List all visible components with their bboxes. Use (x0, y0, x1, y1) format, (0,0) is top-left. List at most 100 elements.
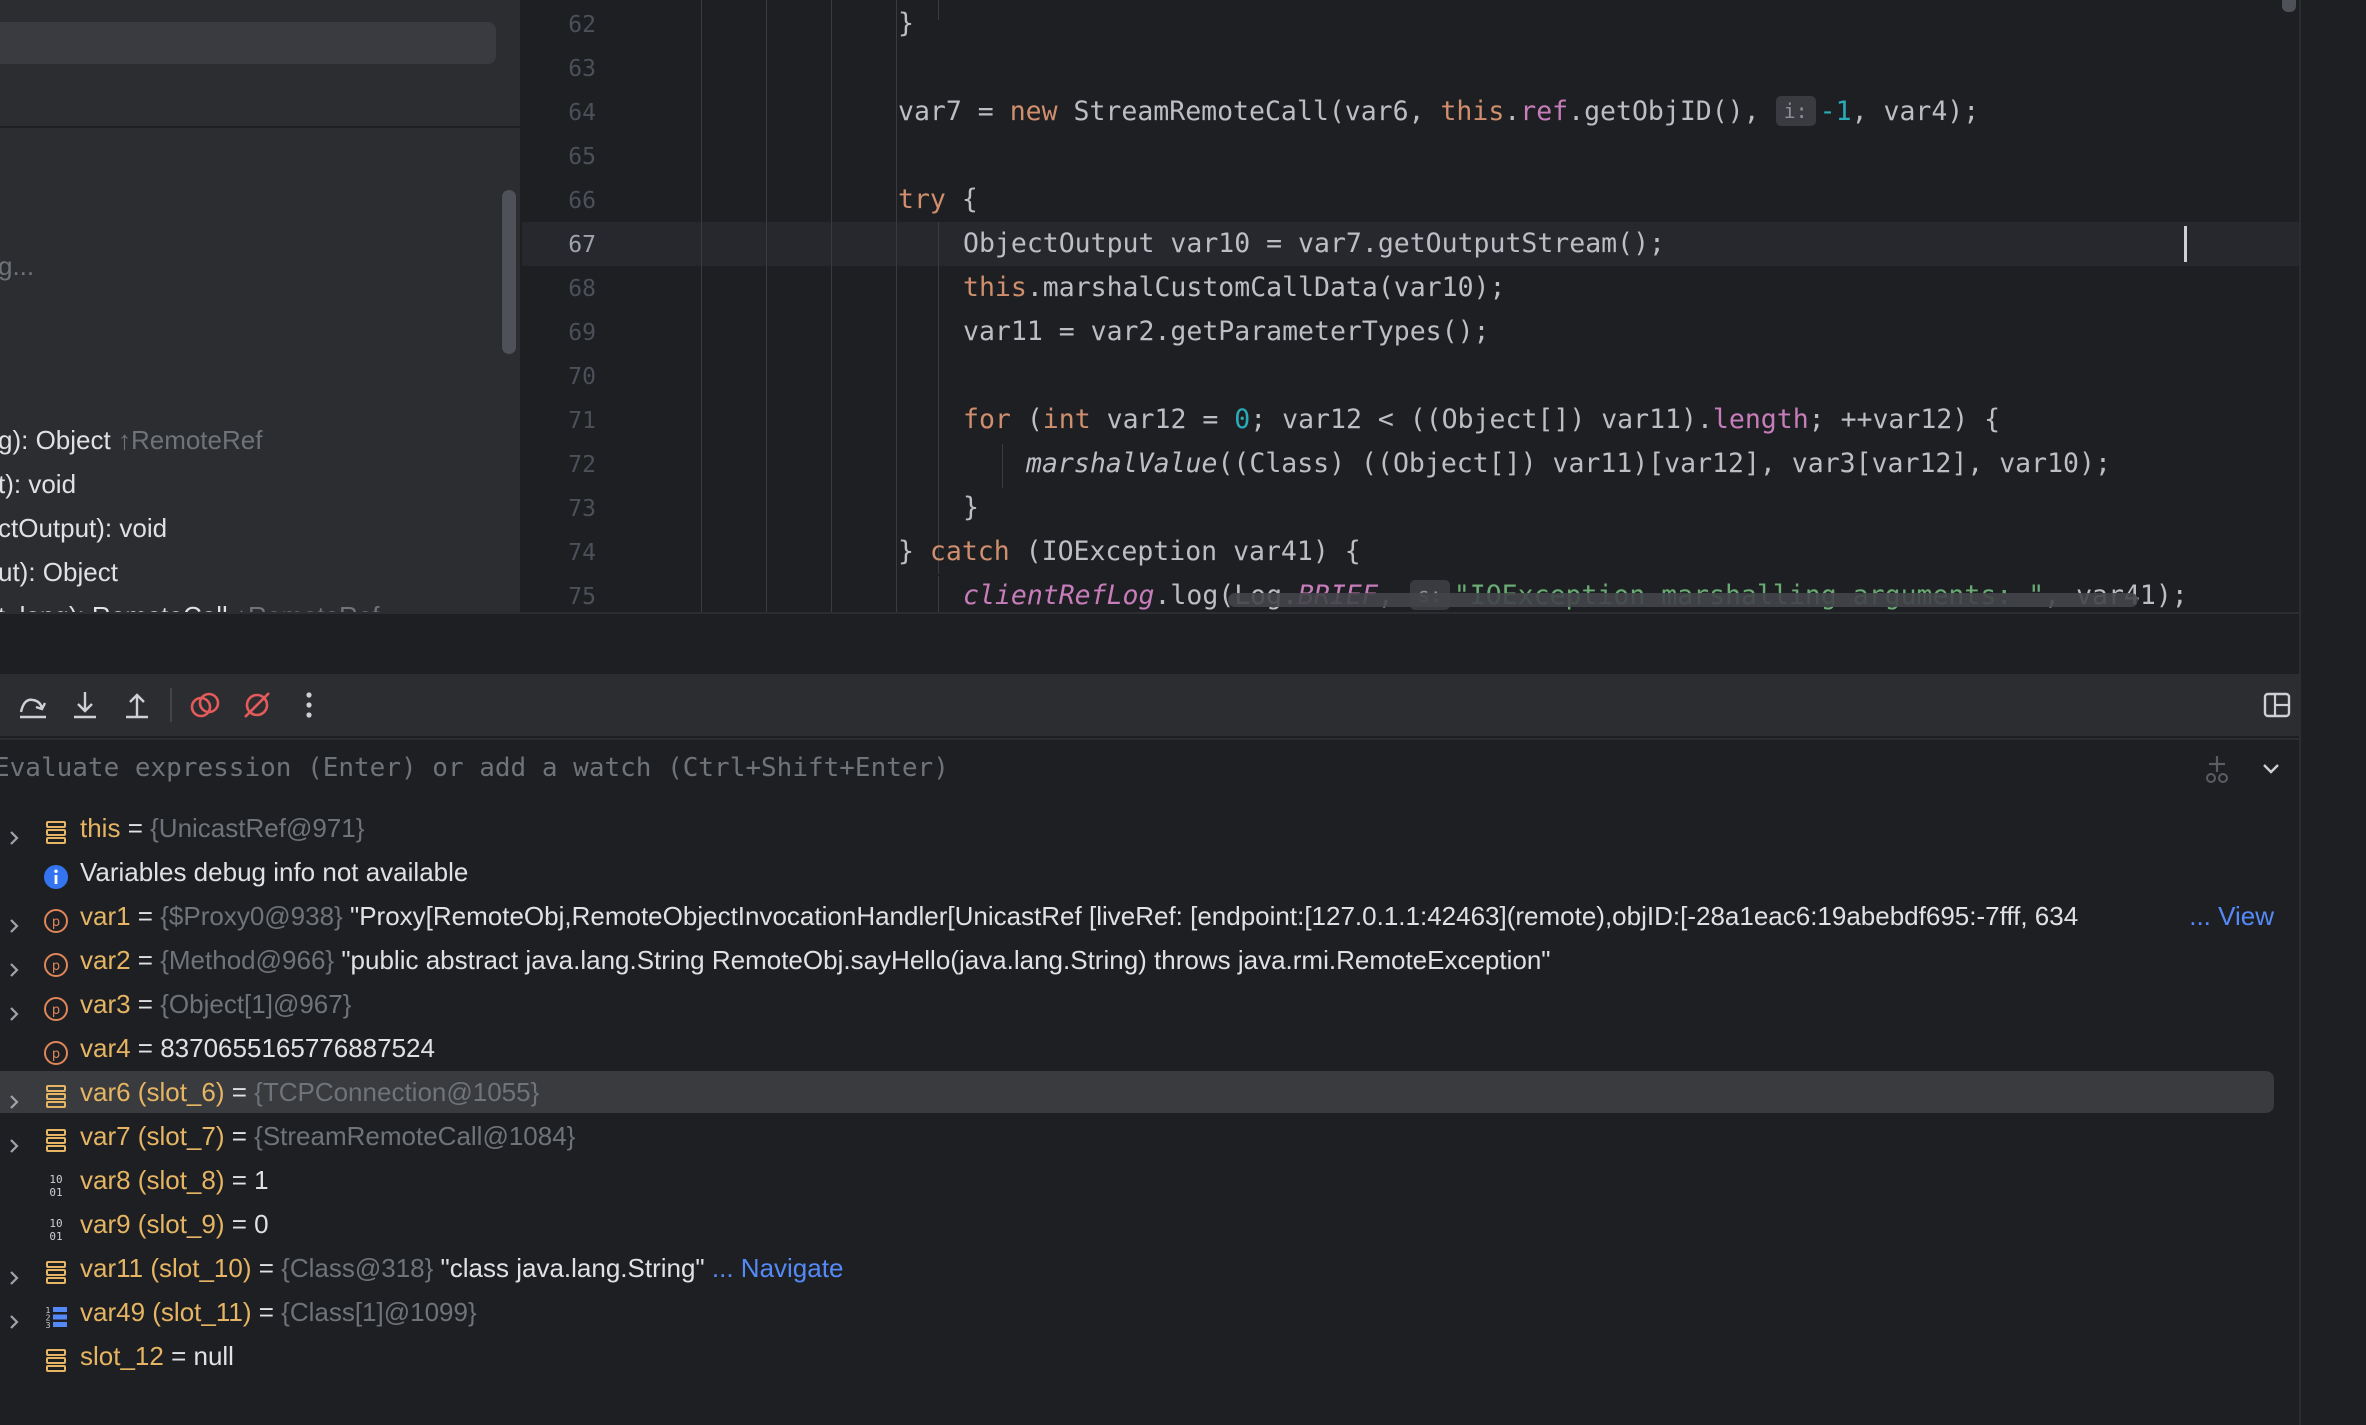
variable-text: Variables debug info not available (80, 851, 468, 893)
line-number: 75 (568, 584, 596, 610)
field-icon (42, 816, 70, 844)
right-tool-strip (2299, 0, 2366, 1425)
variable-text: var4 = 8370655165776887524 (80, 1027, 435, 1069)
chevron-right-icon[interactable] (4, 818, 24, 845)
variable-type: {TCPConnection@1055} (254, 1077, 540, 1107)
variable-row[interactable]: Variables debug info not available (0, 851, 2274, 893)
structure-method-item[interactable]: ctOutput): void (0, 506, 167, 550)
parameter-icon: p (42, 948, 70, 977)
variable-equals: = (130, 945, 161, 975)
variable-row[interactable]: p var1 = {$Proxy0@938} "Proxy[RemoteObj,R… (0, 895, 2274, 937)
variable-equals: = (130, 901, 161, 931)
method-signature: g): Object (0, 425, 111, 455)
structure-method-item[interactable]: g): Object ↑RemoteRef (0, 418, 262, 462)
variable-row[interactable]: 10 01 var8 (slot_8) = 1 (0, 1159, 2274, 1201)
array-icon: 123 (42, 1300, 70, 1330)
code-line-69: var11 = var2.getParameterTypes(); (963, 316, 1490, 347)
chevron-right-icon[interactable] (4, 994, 24, 1021)
code-line-66: try { (898, 184, 978, 215)
variable-row[interactable]: p var3 = {Object[1]@967} (0, 983, 2274, 1025)
indent-guide (831, 0, 832, 612)
line-number: 66 (568, 188, 596, 214)
view-link[interactable]: ... View (2189, 895, 2274, 937)
chevron-right-icon[interactable] (4, 906, 24, 933)
step-out-icon[interactable] (118, 686, 156, 724)
variable-type: {Class@318} (281, 1253, 434, 1283)
debug-tabs-bar (0, 612, 2299, 674)
line-number: 74 (568, 540, 596, 566)
variable-text: var11 (slot_10) = {Class@318} "class jav… (80, 1247, 843, 1289)
method-signature: t): void (0, 469, 77, 499)
svg-text:p: p (52, 959, 60, 974)
structure-method-item[interactable]: ut): Object (0, 550, 118, 594)
svg-text:10: 10 (49, 1217, 62, 1230)
chevron-right-icon[interactable] (4, 1126, 24, 1153)
variable-row[interactable]: var7 (slot_7) = {StreamRemoteCall@1084} (0, 1115, 2274, 1157)
chevron-right-icon[interactable] (4, 1302, 24, 1329)
variable-row[interactable]: slot_12 = null (0, 1335, 2274, 1377)
variable-row[interactable]: p var2 = {Method@966} "public abstract ja… (0, 939, 2274, 981)
evaluate-expression-input[interactable] (0, 740, 2150, 796)
variable-type: {StreamRemoteCall@1084} (254, 1121, 576, 1151)
structure-search-field[interactable] (0, 22, 496, 64)
evaluate-expression-bar (0, 738, 2299, 800)
structure-scrollbar[interactable] (502, 190, 516, 354)
variable-name: var2 (80, 945, 131, 975)
chevron-right-icon[interactable] (4, 1258, 24, 1285)
variable-text: var6 (slot_6) = {TCPConnection@1055} (80, 1071, 539, 1113)
editor-horizontal-scrollbar[interactable] (1228, 593, 2138, 607)
variable-name: var9 (slot_9) (80, 1209, 225, 1239)
variable-equals: = (120, 813, 151, 843)
structure-item-truncated[interactable]: g... (0, 244, 34, 288)
history-dropdown-icon[interactable] (2256, 754, 2286, 784)
line-number: 65 (568, 144, 596, 170)
step-into-icon[interactable] (66, 686, 104, 724)
indent-guide (938, 0, 939, 20)
mute-breakpoints-icon[interactable] (238, 686, 276, 724)
structure-method-item[interactable]: t): void (0, 462, 76, 506)
code-line-68: this.marshalCustomCallData(var10); (963, 272, 1506, 303)
variable-value: "Proxy[RemoteObj,RemoteObjectInvocationH… (342, 901, 2079, 931)
variable-name: var4 (80, 1033, 131, 1063)
variable-equals: = (130, 1033, 161, 1063)
variable-name: var49 (slot_11) (80, 1297, 252, 1327)
step-over-icon[interactable] (14, 686, 52, 724)
variable-value: "class java.lang.String" (433, 1253, 705, 1283)
variable-name: var1 (80, 901, 131, 931)
more-options-icon[interactable] (290, 686, 328, 724)
variable-row[interactable]: 1 2 3 var49 (slot_11) = {Class[1]@1099} (0, 1291, 2274, 1333)
chevron-right-icon[interactable] (4, 1082, 24, 1109)
view-breakpoints-icon[interactable] (186, 686, 224, 724)
variable-text: var9 (slot_9) = 0 (80, 1203, 269, 1245)
svg-text:3: 3 (45, 1321, 50, 1330)
variable-row[interactable]: var11 (slot_10) = {Class@318} "class jav… (0, 1247, 2274, 1289)
debug-toolbar (0, 674, 2299, 736)
variable-name: this (80, 813, 121, 843)
variable-row[interactable]: this = {UnicastRef@971} (0, 807, 2274, 849)
line-number: 73 (568, 496, 596, 522)
layout-settings-icon[interactable] (2258, 686, 2296, 724)
variable-row[interactable]: var6 (slot_6) = {TCPConnection@1055} (0, 1071, 2274, 1113)
variable-name: var7 (slot_7) (80, 1121, 225, 1151)
code-line-64: var7 = new StreamRemoteCall(var6, this.r… (898, 96, 1980, 127)
variable-text: var1 = {$Proxy0@938} "Proxy[RemoteObj,Re… (80, 895, 2188, 937)
line-number: 68 (568, 276, 596, 302)
variables-tree: this = {UnicastRef@971} Variables debug i… (0, 798, 2299, 1425)
editor-vertical-scrollbar[interactable] (2282, 0, 2296, 12)
variable-row[interactable]: 10 01 var9 (slot_9) = 0 (0, 1203, 2274, 1245)
add-watch-icon[interactable] (2200, 752, 2234, 786)
indent-guide (701, 0, 702, 612)
line-number: 69 (568, 320, 596, 346)
structure-panel: g... g): Object ↑RemoteRef t): void ctOu… (0, 0, 520, 612)
svg-text:p: p (52, 915, 60, 930)
line-number: 70 (568, 364, 596, 390)
code-editor[interactable]: 62 63 64 65 66 67 68 69 70 71 72 73 74 7… (522, 0, 2299, 612)
variable-text: var8 (slot_8) = 1 (80, 1159, 269, 1201)
structure-method-item[interactable]: t, long): RemoteCall ↑RemoteRef (0, 594, 380, 612)
variable-row[interactable]: p var4 = 8370655165776887524 (0, 1027, 2274, 1069)
code-line-67: ObjectOutput var10 = var7.getOutputStrea… (963, 228, 1665, 259)
chevron-right-icon[interactable] (4, 950, 24, 977)
variable-name: Variables debug info not available (80, 857, 469, 887)
variable-type: {$Proxy0@938} (160, 901, 343, 931)
navigate-link[interactable]: ... Navigate (705, 1253, 844, 1283)
